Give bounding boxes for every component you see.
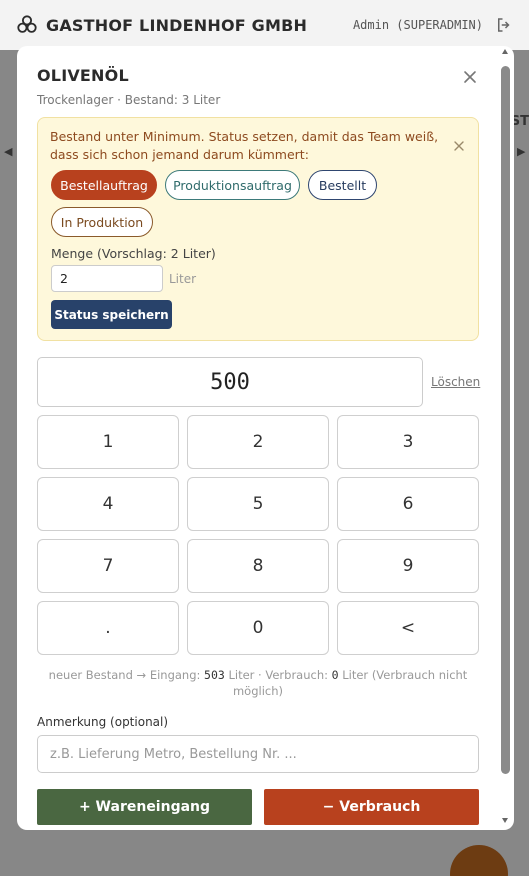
keypad-key-7[interactable]: 7	[37, 539, 179, 593]
scroll-left-arrow-icon: ◀	[4, 145, 13, 158]
status-option-in-produktion[interactable]: In Produktion	[51, 207, 153, 237]
alert-text: Bestand unter Minimum. Status setzen, da…	[50, 129, 439, 162]
clover-icon	[17, 15, 37, 33]
modal-scrollbar-thumb[interactable]	[501, 66, 510, 774]
scroll-right-arrow-icon: ▶	[517, 145, 526, 158]
low-stock-alert: Bestand unter Minimum. Status setzen, da…	[37, 117, 479, 341]
close-icon[interactable]	[461, 68, 479, 86]
amount-display: 500	[37, 357, 423, 407]
summary-prefix: neuer Bestand → Eingang:	[48, 668, 205, 682]
app-header: GASTHOF LINDENHOF GMBH Admin (SUPERADMIN…	[0, 0, 529, 50]
goods-receipt-button[interactable]: + Wareneingang	[37, 789, 252, 825]
quantity-label: Menge (Vorschlag: 2 Liter)	[51, 246, 216, 261]
modal-subtitle: Trockenlager · Bestand: 3 Liter	[37, 93, 221, 107]
keypad-key-decimal[interactable]: .	[37, 601, 179, 655]
logout-icon[interactable]	[495, 16, 513, 34]
keypad-key-0[interactable]: 0	[187, 601, 329, 655]
alert-close-icon[interactable]	[452, 139, 466, 153]
summary-in-value: 503	[204, 668, 225, 682]
user-info: Admin (SUPERADMIN)	[352, 18, 483, 32]
keypad-key-5[interactable]: 5	[187, 477, 329, 531]
keypad-key-4[interactable]: 4	[37, 477, 179, 531]
status-option-bestellauftrag[interactable]: Bestellauftrag	[51, 170, 157, 200]
scroll-down-icon[interactable]	[501, 816, 509, 824]
status-option-produktionsauftrag[interactable]: Produktionsauftrag	[165, 170, 300, 200]
note-label: Anmerkung (optional)	[37, 715, 169, 729]
quantity-input[interactable]	[51, 265, 163, 292]
brand-name: GASTHOF LINDENHOF GMBH	[46, 15, 308, 35]
keypad-key-1[interactable]: 1	[37, 415, 179, 469]
keypad-key-6[interactable]: 6	[337, 477, 479, 531]
keypad-key-8[interactable]: 8	[187, 539, 329, 593]
modal-title: OLIVENÖL	[37, 66, 129, 85]
keypad-key-2[interactable]: 2	[187, 415, 329, 469]
keypad-key-3[interactable]: 3	[337, 415, 479, 469]
keypad-key-backspace[interactable]: <	[337, 601, 479, 655]
clear-button[interactable]: Löschen	[431, 375, 480, 389]
note-input[interactable]	[37, 735, 479, 773]
stock-modal: OLIVENÖL Trockenlager · Bestand: 3 Liter…	[17, 46, 514, 830]
stock-summary: neuer Bestand → Eingang: 503 Liter · Ver…	[37, 667, 479, 699]
summary-out-value: 0	[331, 668, 339, 682]
consumption-button[interactable]: − Verbrauch	[264, 789, 479, 825]
save-status-button[interactable]: Status speichern	[51, 300, 172, 329]
keypad-key-9[interactable]: 9	[337, 539, 479, 593]
status-option-bestellt[interactable]: Bestellt	[308, 170, 377, 200]
scroll-up-icon[interactable]	[501, 48, 509, 56]
quantity-unit: Liter	[169, 272, 197, 286]
summary-mid: Liter · Verbrauch:	[224, 668, 332, 682]
floating-action-button[interactable]	[450, 845, 508, 876]
